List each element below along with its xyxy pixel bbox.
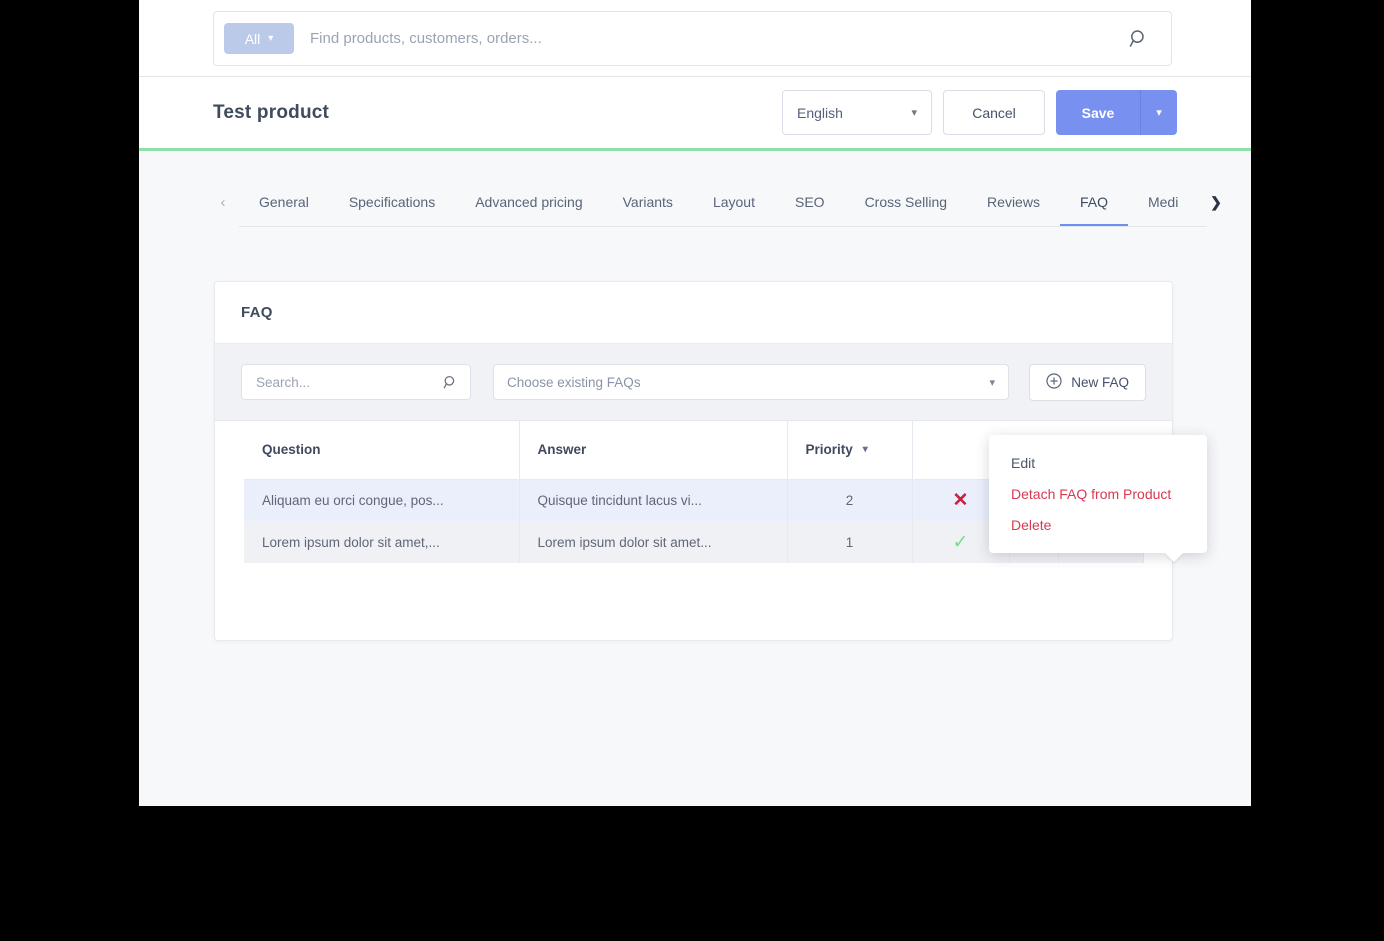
chevron-down-icon: ▾ <box>862 444 868 456</box>
faq-search-field[interactable] <box>241 364 471 400</box>
global-search-field[interactable]: All ▾ <box>213 11 1172 66</box>
page-title: Test product <box>213 101 330 123</box>
tab-layout[interactable]: Layout <box>693 188 775 226</box>
search-icon[interactable] <box>1129 29 1149 49</box>
tab-specifications[interactable]: Specifications <box>329 188 455 226</box>
new-faq-button-label: New FAQ <box>1071 374 1129 390</box>
save-dropdown-button[interactable]: ▾ <box>1140 90 1177 135</box>
search-scope-label: All <box>244 30 261 47</box>
row-context-menu: Edit Detach FAQ from Product Delete <box>989 435 1207 553</box>
context-menu-item-detach[interactable]: Detach FAQ from Product <box>989 479 1207 510</box>
check-icon: ✓ <box>952 531 969 553</box>
header-actions: English ▾ Cancel Save ▾ <box>782 90 1177 135</box>
search-scope-selector[interactable]: All ▾ <box>224 23 294 54</box>
save-button-group: Save ▾ <box>1056 90 1177 135</box>
cell-answer: Quisque tincidunt lacus vi... <box>519 479 788 521</box>
tab-general[interactable]: General <box>239 188 329 226</box>
search-icon[interactable] <box>443 375 458 390</box>
existing-faqs-select-value: Choose existing FAQs <box>507 374 641 390</box>
tab-variants[interactable]: Variants <box>603 188 693 226</box>
tab-advanced-pricing[interactable]: Advanced pricing <box>455 188 602 226</box>
column-header-question[interactable]: Question <box>244 421 520 480</box>
tab-media[interactable]: Medi <box>1128 188 1198 226</box>
column-header-answer[interactable]: Answer <box>519 421 788 480</box>
cell-question: Lorem ipsum dolor sit amet,... <box>244 521 520 563</box>
tab-reviews[interactable]: Reviews <box>967 188 1060 226</box>
cell-priority: 2 <box>787 479 913 521</box>
faq-card-header: FAQ <box>215 282 1172 344</box>
chevron-left-icon[interactable]: ‹ <box>215 188 231 216</box>
context-menu-item-edit[interactable]: Edit <box>989 448 1207 479</box>
x-icon: ✕ <box>952 489 969 511</box>
save-button[interactable]: Save <box>1056 90 1140 135</box>
cell-question: Aliquam eu orci congue, pos... <box>244 479 520 521</box>
cell-priority: 1 <box>787 521 913 563</box>
column-header-priority[interactable]: Priority ▾ <box>787 421 913 480</box>
cell-answer: Lorem ipsum dolor sit amet... <box>519 521 788 563</box>
tab-cross-selling[interactable]: Cross Selling <box>845 188 967 226</box>
chevron-down-icon: ▾ <box>268 32 274 44</box>
global-search-input[interactable] <box>294 29 1129 48</box>
page-header: Test product English ▾ Cancel Save ▾ <box>139 77 1251 151</box>
existing-faqs-select[interactable]: Choose existing FAQs ▾ <box>493 364 1009 400</box>
language-selector[interactable]: English ▾ <box>782 90 932 135</box>
chevron-down-icon: ▾ <box>989 376 995 389</box>
global-search-bar: All ▾ <box>139 0 1251 77</box>
tab-scroller: General Specifications Advanced pricing … <box>239 188 1207 227</box>
new-faq-button[interactable]: New FAQ <box>1029 363 1146 401</box>
column-header-priority-label: Priority <box>805 442 853 458</box>
tab-faq[interactable]: FAQ <box>1059 188 1128 226</box>
context-menu-item-delete[interactable]: Delete <box>989 510 1207 541</box>
cancel-button[interactable]: Cancel <box>943 90 1045 135</box>
tab-seo[interactable]: SEO <box>775 188 845 226</box>
chevron-right-icon[interactable]: ❯ <box>1207 188 1225 216</box>
faq-search-input[interactable] <box>254 373 443 391</box>
app-viewport: All ▾ Test product English ▾ Cancel Save <box>139 0 1251 806</box>
language-selector-value: English <box>797 104 843 121</box>
faq-card-title: FAQ <box>241 304 273 321</box>
chevron-down-icon: ▾ <box>911 107 917 119</box>
plus-circle-icon <box>1046 372 1062 392</box>
tab-bar: ‹ General Specifications Advanced pricin… <box>139 154 1251 228</box>
faq-toolbar: Choose existing FAQs ▾ New FAQ <box>215 344 1172 421</box>
faq-card: FAQ Choose existing FAQs ▾ <box>214 281 1207 641</box>
